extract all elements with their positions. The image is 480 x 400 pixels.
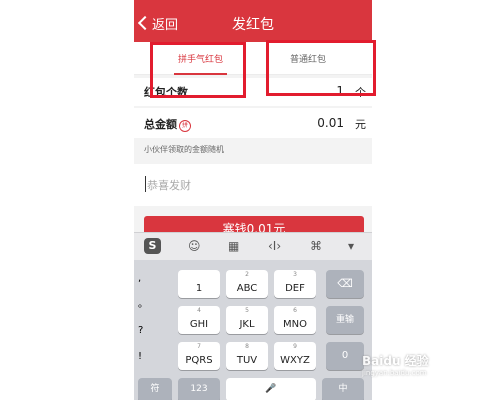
phone-screen: 返回 发红包 拼手气红包 普通红包 红包个数 1 个 总金额拼 0.01 元 小… xyxy=(134,0,372,400)
key-7[interactable]: 7 PQRS xyxy=(178,342,220,370)
key-1[interactable]: 1 xyxy=(178,270,220,298)
key-number: 6 xyxy=(293,307,297,314)
page-title: 发红包 xyxy=(232,17,274,33)
key-number: 2 xyxy=(245,271,249,278)
microphone-icon[interactable]: 🎤 xyxy=(226,378,316,400)
key-label: MNO xyxy=(283,319,307,330)
key-4[interactable]: 4 GHI xyxy=(178,306,220,334)
emoji-icon[interactable]: ☺ xyxy=(188,239,201,253)
command-icon[interactable]: ⌘ xyxy=(310,239,322,253)
backspace-icon[interactable]: ⌫ xyxy=(326,270,364,298)
packet-count-label: 红包个数 xyxy=(144,86,188,99)
keyboard-icon[interactable]: ▦ xyxy=(228,239,239,253)
symbol-exclaim[interactable]: ! xyxy=(138,344,166,370)
total-amount-input[interactable]: 0.01 xyxy=(317,116,344,130)
key-5[interactable]: 5 JKL xyxy=(226,306,268,334)
packet-count-input[interactable]: 1 xyxy=(336,84,344,98)
collapse-keyboard-icon[interactable]: ▾ xyxy=(348,239,354,253)
keyboard-toolbar: S ☺ ▦ ‹I› ⌘ ▾ xyxy=(134,232,372,261)
symbol-question[interactable]: ? xyxy=(138,318,166,344)
key-9[interactable]: 9 WXYZ xyxy=(274,342,316,370)
key-label: DEF xyxy=(285,283,305,294)
key-label: WXYZ xyxy=(280,355,310,366)
key-2[interactable]: 2 ABC xyxy=(226,270,268,298)
key-number: 8 xyxy=(245,343,249,350)
greeting-placeholder: 恭喜发财 xyxy=(147,179,191,192)
total-amount-unit: 元 xyxy=(355,118,366,131)
tab-normal-packet[interactable]: 普通红包 xyxy=(290,52,326,65)
key-label: TUV xyxy=(236,355,258,366)
key-label: ABC xyxy=(236,283,258,294)
key-label: PQRS xyxy=(185,355,213,366)
symbol-period[interactable]: 。 xyxy=(138,292,166,318)
key-number: 4 xyxy=(197,307,201,314)
key-8[interactable]: 8 TUV xyxy=(226,342,268,370)
cursor-move-icon[interactable]: ‹I› xyxy=(268,239,281,253)
packet-count-row[interactable]: 红包个数 1 个 xyxy=(134,78,372,106)
sogou-logo-icon[interactable]: S xyxy=(144,238,161,254)
key-label: 1 xyxy=(195,283,203,294)
tab-bar: 拼手气红包 普通红包 xyxy=(134,42,372,75)
symbols-key[interactable]: 符 xyxy=(138,378,172,400)
status-bar xyxy=(134,0,372,6)
keyboard: , 。 ? ! 1 2 ABC 3 DEF 4 GHI 5 JKL 6 MNO 7 PQRS… xyxy=(134,260,372,400)
greeting-input[interactable]: 恭喜发财 xyxy=(134,164,372,206)
reset-button[interactable]: 重输 xyxy=(326,306,364,334)
language-switch-key[interactable]: 中 xyxy=(322,378,364,400)
lucky-badge-icon: 拼 xyxy=(179,120,191,132)
key-0[interactable]: 0 xyxy=(326,342,364,370)
symbol-comma[interactable]: , xyxy=(138,266,166,292)
key-number: 7 xyxy=(197,343,201,350)
key-number: 3 xyxy=(293,271,297,278)
baidu-watermark: Baidu 经验 jingyan.baidu.com xyxy=(362,352,429,377)
key-label: JKL xyxy=(239,319,255,330)
key-number: 9 xyxy=(293,343,297,350)
total-amount-text: 总金额 xyxy=(144,118,177,131)
watermark-url: jingyan.baidu.com xyxy=(362,369,427,377)
total-amount-label: 总金额拼 xyxy=(144,116,191,133)
nav-bar: 返回 发红包 xyxy=(134,0,372,42)
numbers-key[interactable]: 123 xyxy=(178,378,220,400)
text-cursor xyxy=(145,176,146,192)
random-amount-hint: 小伙伴领取的金额随机 xyxy=(144,145,224,154)
key-label: GHI xyxy=(189,319,209,330)
key-6[interactable]: 6 MNO xyxy=(274,306,316,334)
key-number: 5 xyxy=(245,307,249,314)
key-3[interactable]: 3 DEF xyxy=(274,270,316,298)
tab-lucky-packet[interactable]: 拼手气红包 xyxy=(173,52,228,75)
packet-count-unit: 个 xyxy=(355,86,366,99)
total-amount-row[interactable]: 总金额拼 0.01 元 xyxy=(134,108,372,138)
watermark-text: Baidu 经验 xyxy=(362,354,429,368)
